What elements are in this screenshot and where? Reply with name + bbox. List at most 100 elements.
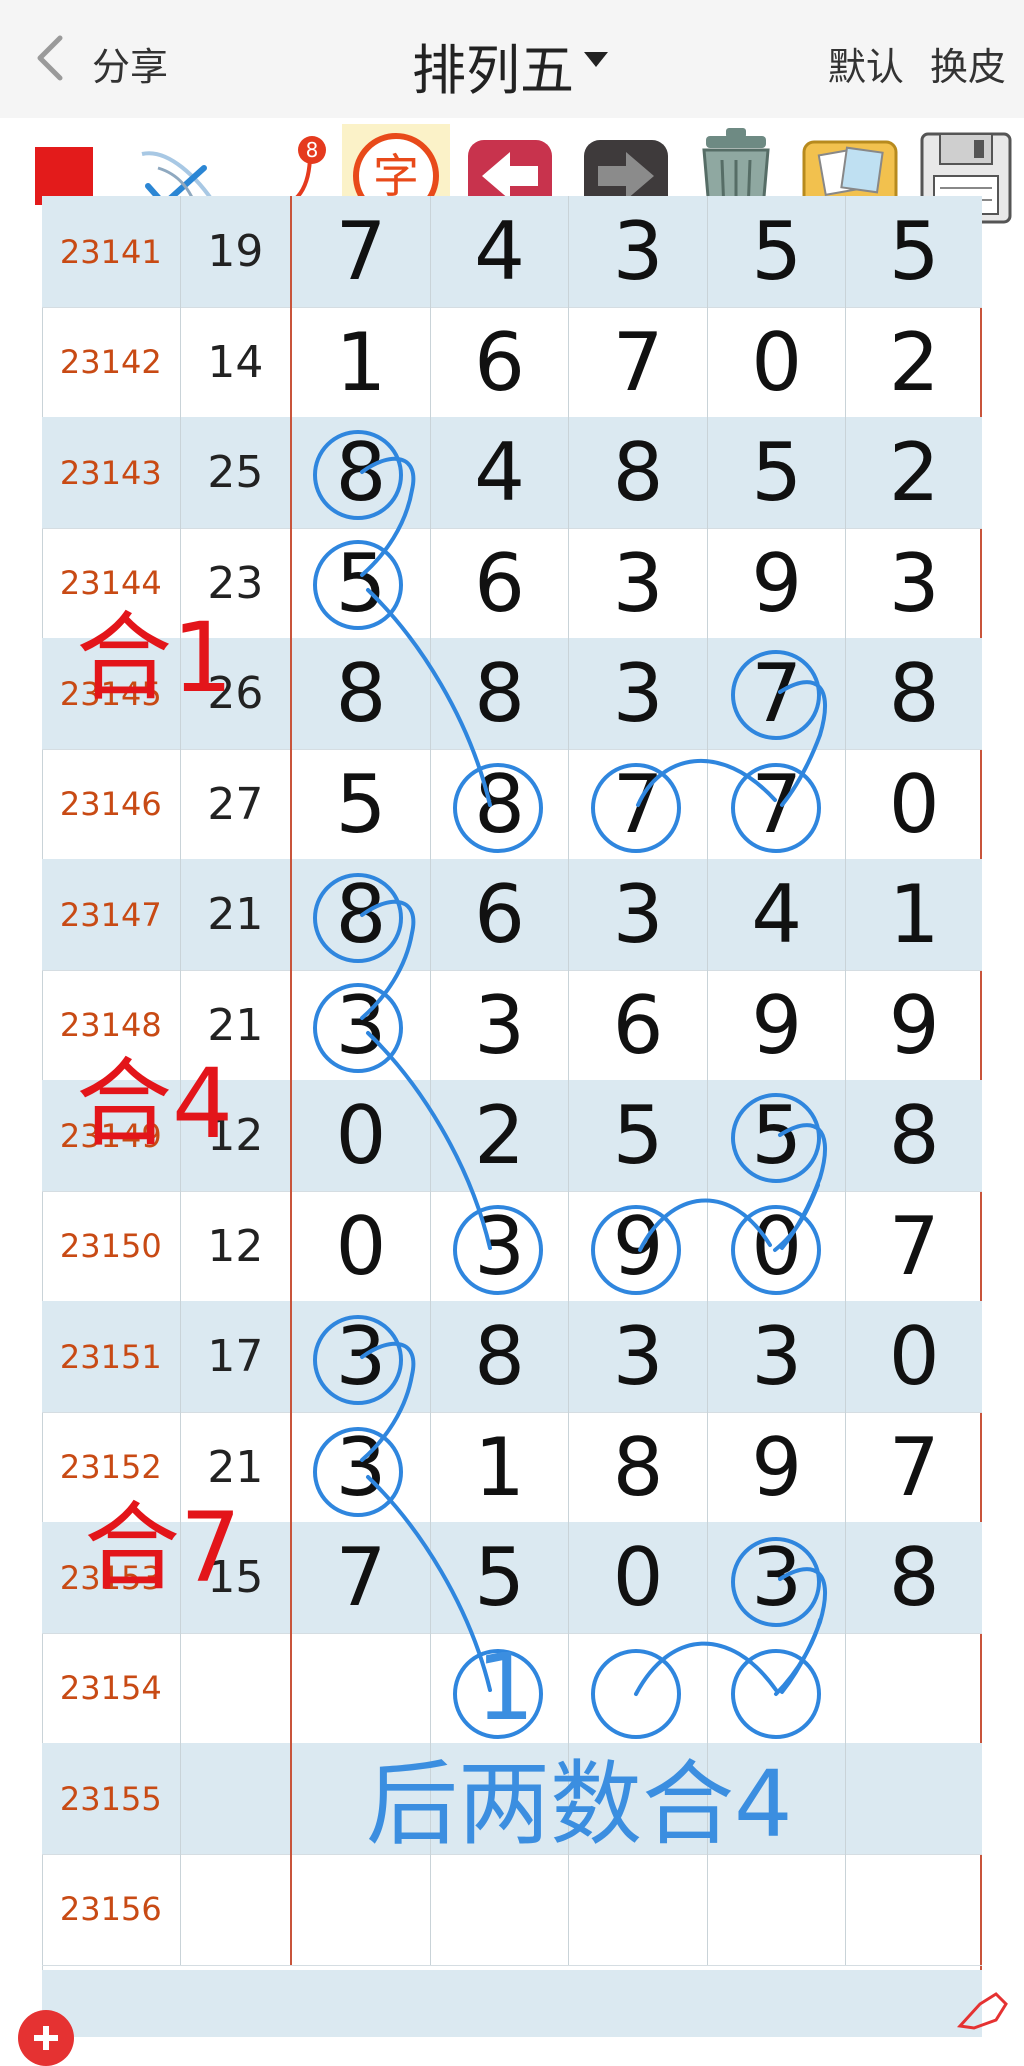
digit-cell[interactable]: 0	[846, 1301, 982, 1412]
digit-cell[interactable]: 6	[431, 306, 570, 418]
digit-cell[interactable]: 4	[431, 417, 570, 528]
digit-cell[interactable]	[569, 1853, 708, 1965]
table-row: 23156	[42, 1853, 982, 1966]
share-button[interactable]: 分享	[92, 36, 168, 91]
default-button[interactable]: 默认	[828, 45, 904, 89]
digit-cell[interactable]: 4	[708, 859, 847, 970]
sum-cell	[181, 1632, 293, 1744]
digit-cell[interactable]: 3	[292, 969, 431, 1081]
change-skin-button[interactable]: 换皮	[930, 45, 1006, 89]
digit-cell[interactable]: 8	[431, 748, 570, 860]
period-cell: 23141	[42, 196, 181, 307]
digit-cell[interactable]: 8	[569, 1411, 708, 1523]
digit-cell[interactable]: 1	[292, 306, 431, 418]
digit-cell[interactable]: 9	[708, 1411, 847, 1523]
digit-cell[interactable]: 5	[708, 196, 847, 307]
digit-cell[interactable]: 9	[569, 1190, 708, 1302]
digit-cell[interactable]: 8	[846, 1080, 982, 1191]
digit-cell[interactable]: 6	[569, 969, 708, 1081]
digit-cell[interactable]: 3	[708, 1301, 847, 1412]
table-row: 23142 14 1 6 7 0 2	[42, 306, 982, 420]
digit-cell[interactable]	[431, 1853, 570, 1965]
digit-cell[interactable]: 8	[431, 1301, 570, 1412]
digit-cell[interactable]: 0	[569, 1522, 708, 1633]
digit-cell[interactable]	[708, 1632, 847, 1744]
digit-cell[interactable]: 7	[846, 1412, 982, 1523]
digit-cell[interactable]: 7	[569, 748, 708, 860]
digit-cell[interactable]: 9	[708, 527, 847, 639]
chevron-down-icon[interactable]	[584, 52, 608, 67]
digit-cell[interactable]: 3	[431, 1190, 570, 1302]
digit-cell[interactable]: 5	[292, 748, 431, 860]
digit-cell[interactable]	[292, 1853, 431, 1965]
digit-cell[interactable]: 8	[292, 638, 431, 749]
digit-cell[interactable]: 5	[292, 527, 431, 639]
digit-cell[interactable]	[292, 1632, 431, 1744]
annotation-he4: 合4	[76, 1048, 234, 1160]
digit-cell[interactable]: 8	[292, 417, 431, 528]
digit-cell[interactable]: 7	[292, 196, 431, 307]
period-cell: 23155	[42, 1743, 181, 1854]
digit-cell[interactable]: 7	[292, 1522, 431, 1633]
digit-cell[interactable]: 1	[846, 859, 982, 970]
period-cell: 23142	[42, 306, 181, 418]
digit-cell[interactable]: 6	[431, 859, 570, 970]
digit-cell[interactable]: 3	[292, 1411, 431, 1523]
digit-cell[interactable]: 3	[846, 528, 982, 639]
digit-cell[interactable]: 8	[846, 1522, 982, 1633]
digit-cell[interactable]	[846, 1854, 982, 1965]
digit-cell[interactable]: 5	[431, 1522, 570, 1633]
digit-cell[interactable]: 3	[708, 1522, 847, 1633]
annotation-he1: 合1	[76, 602, 234, 714]
digit-cell[interactable]	[846, 1743, 982, 1854]
digit-cell[interactable]: 2	[846, 417, 982, 528]
digit-cell[interactable]: 0	[292, 1190, 431, 1302]
digit-cell[interactable]: 5	[569, 1080, 708, 1191]
back-arrow-icon[interactable]	[30, 32, 78, 84]
page-title[interactable]: 排列五	[412, 26, 574, 105]
digit-cell[interactable]: 3	[569, 859, 708, 970]
pin-icon[interactable]	[950, 1990, 1010, 2030]
digit-cell[interactable]: 8	[846, 638, 982, 749]
digit-cell[interactable]: 0	[708, 1190, 847, 1302]
digit-cell[interactable]: 9	[846, 970, 982, 1081]
digit-cell[interactable]: 6	[431, 527, 570, 639]
digit-cell[interactable]: 9	[708, 969, 847, 1081]
digit-cell[interactable]: 5	[708, 1080, 847, 1191]
digit-cell[interactable]: 7	[708, 638, 847, 749]
digit-cell[interactable]: 8	[431, 638, 570, 749]
digit-cell[interactable]: 7	[846, 1191, 982, 1302]
digit-cell[interactable]: 2	[846, 307, 982, 418]
annotation-bottom-note: 后两数合4	[366, 1751, 793, 1858]
digit-cell[interactable]: 3	[431, 969, 570, 1081]
header-actions: 默认 换皮	[814, 36, 1006, 91]
period-cell: 23147	[42, 859, 181, 970]
digit-cell[interactable]: 0	[292, 1080, 431, 1191]
period-cell: 23156	[42, 1853, 181, 1965]
digit-cell[interactable]: 5	[708, 417, 847, 528]
digit-cell[interactable]: 3	[292, 1301, 431, 1412]
digit-cell[interactable]	[708, 1853, 847, 1965]
text-char-label: 字	[373, 149, 419, 203]
digit-cell[interactable]: 0	[708, 306, 847, 418]
digit-cell[interactable]: 5	[846, 196, 982, 307]
digit-cell[interactable]: 3	[569, 527, 708, 639]
digit-cell[interactable]: 8	[292, 859, 431, 970]
digit-cell[interactable]: 8	[569, 417, 708, 528]
digit-cell[interactable]: 2	[431, 1080, 570, 1191]
digit-cell[interactable]: 0	[846, 749, 982, 860]
period-cell: 23150	[42, 1190, 181, 1302]
add-icon[interactable]	[18, 2010, 74, 2066]
digit-cell[interactable]	[846, 1633, 982, 1744]
digit-cell[interactable]: 7	[708, 748, 847, 860]
sum-cell: 19	[181, 196, 293, 307]
digit-cell[interactable]: 3	[569, 196, 708, 307]
digit-cell[interactable]	[569, 1632, 708, 1744]
digit-cell[interactable]: 7	[569, 306, 708, 418]
digit-cell[interactable]: 3	[569, 638, 708, 749]
digit-cell[interactable]: 1	[431, 1411, 570, 1523]
digit-cell[interactable]: 4	[431, 196, 570, 307]
sum-cell: 14	[181, 306, 293, 418]
sum-cell	[181, 1853, 293, 1965]
digit-cell[interactable]: 3	[569, 1301, 708, 1412]
